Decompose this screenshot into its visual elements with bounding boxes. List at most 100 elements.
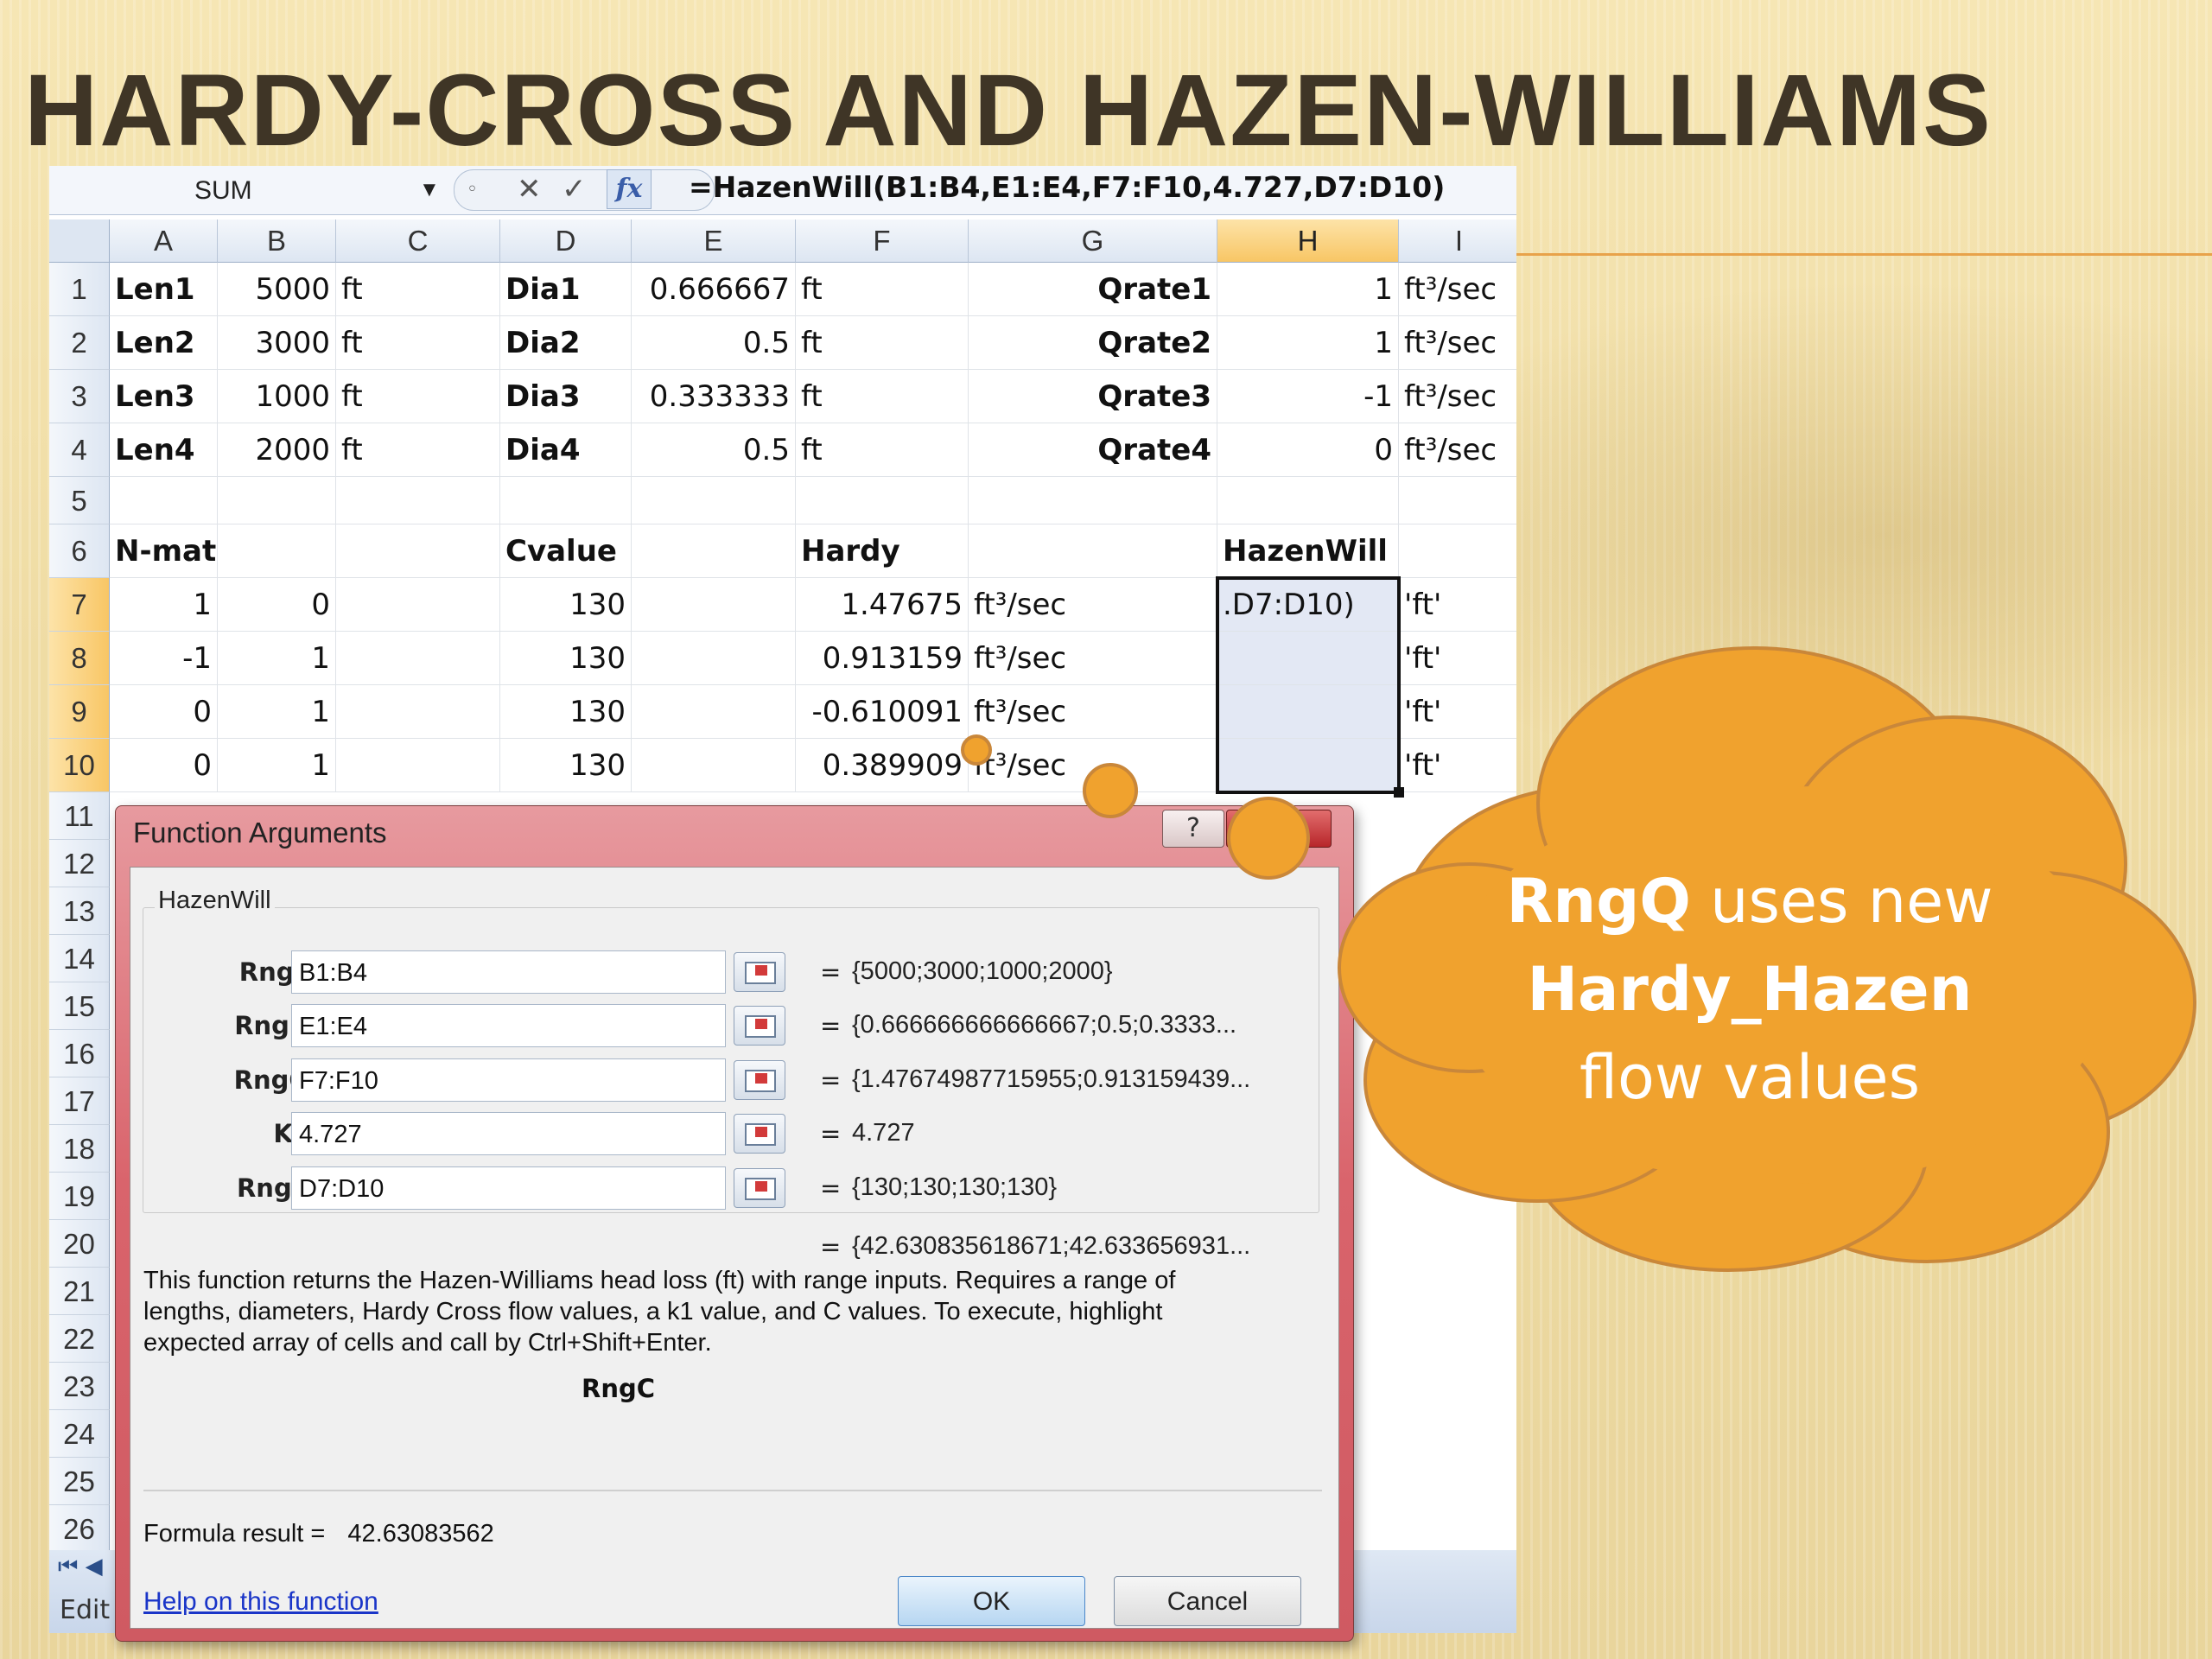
cell-c7[interactable] [336, 578, 500, 632]
row-header-7[interactable]: 7 [49, 578, 110, 632]
cell-e9[interactable] [632, 685, 796, 739]
cell-h2[interactable]: 1 [1217, 316, 1399, 370]
cell-i8[interactable]: 'ft' [1399, 632, 1516, 685]
cell-f4[interactable]: ft [796, 423, 969, 477]
cell-g5[interactable] [969, 477, 1217, 524]
cell-i7[interactable]: 'ft' [1399, 578, 1516, 632]
cell-e8[interactable] [632, 632, 796, 685]
cell-a6[interactable]: N-matrix [110, 524, 218, 578]
column-header-d[interactable]: D [500, 219, 632, 263]
row-header-19[interactable]: 19 [49, 1173, 110, 1220]
cell-g1[interactable]: Qrate1 [969, 263, 1217, 316]
column-header-c[interactable]: C [336, 219, 500, 263]
cell-a2[interactable]: Len2 [110, 316, 218, 370]
cell-f8[interactable]: 0.913159 [796, 632, 969, 685]
cell-e6[interactable] [632, 524, 796, 578]
row-header-3[interactable]: 3 [49, 370, 110, 423]
row-header-4[interactable]: 4 [49, 423, 110, 477]
cell-e1[interactable]: 0.666667 [632, 263, 796, 316]
cell-b1[interactable]: 5000 [218, 263, 336, 316]
cell-a9[interactable]: 0 [110, 685, 218, 739]
cell-a7[interactable]: 1 [110, 578, 218, 632]
cell-d3[interactable]: Dia3 [500, 370, 632, 423]
arg-input-rngd[interactable]: E1:E4 [291, 1004, 726, 1047]
cell-e5[interactable] [632, 477, 796, 524]
column-header-e[interactable]: E [632, 219, 796, 263]
cell-b10[interactable]: 1 [218, 739, 336, 792]
cell-i5[interactable] [1399, 477, 1516, 524]
cell-a1[interactable]: Len1 [110, 263, 218, 316]
cell-d5[interactable] [500, 477, 632, 524]
cell-b4[interactable]: 2000 [218, 423, 336, 477]
arg-input-rngl[interactable]: B1:B4 [291, 950, 726, 994]
cell-f9[interactable]: -0.610091 [796, 685, 969, 739]
cell-c10[interactable] [336, 739, 500, 792]
row-header-2[interactable]: 2 [49, 316, 110, 370]
cell-a8[interactable]: -1 [110, 632, 218, 685]
row-header-17[interactable]: 17 [49, 1077, 110, 1125]
cell-h1[interactable]: 1 [1217, 263, 1399, 316]
cell-c5[interactable] [336, 477, 500, 524]
row-header-8[interactable]: 8 [49, 632, 110, 685]
cell-g9[interactable]: ft³/sec [969, 685, 1217, 739]
row-header-23[interactable]: 23 [49, 1363, 110, 1410]
cell-e7[interactable] [632, 578, 796, 632]
range-select-icon[interactable] [734, 1114, 785, 1154]
cell-a10[interactable]: 0 [110, 739, 218, 792]
cell-a4[interactable]: Len4 [110, 423, 218, 477]
cell-i9[interactable]: 'ft' [1399, 685, 1516, 739]
cell-f6[interactable]: Hardy [796, 524, 969, 578]
cell-c3[interactable]: ft [336, 370, 500, 423]
cell-b2[interactable]: 3000 [218, 316, 336, 370]
cell-g2[interactable]: Qrate2 [969, 316, 1217, 370]
row-header-1[interactable]: 1 [49, 263, 110, 316]
cell-f7[interactable]: 1.47675 [796, 578, 969, 632]
cell-i10[interactable]: 'ft' [1399, 739, 1516, 792]
cell-f3[interactable]: ft [796, 370, 969, 423]
range-select-icon[interactable] [734, 1006, 785, 1046]
arg-input-k1[interactable]: 4.727 [291, 1112, 726, 1155]
cell-b3[interactable]: 1000 [218, 370, 336, 423]
sheet-nav-first-icon[interactable]: ⏮ ◀ [58, 1554, 103, 1580]
row-header-25[interactable]: 25 [49, 1458, 110, 1505]
cell-e4[interactable]: 0.5 [632, 423, 796, 477]
cell-h5[interactable] [1217, 477, 1399, 524]
name-box[interactable]: SUM ▼ [49, 171, 455, 207]
cell-b5[interactable] [218, 477, 336, 524]
cancel-formula-icon[interactable]: ✕ [517, 172, 542, 207]
row-header-16[interactable]: 16 [49, 1030, 110, 1077]
cell-h3[interactable]: -1 [1217, 370, 1399, 423]
cell-g8[interactable]: ft³/sec [969, 632, 1217, 685]
row-header-15[interactable]: 15 [49, 982, 110, 1030]
cell-f10[interactable]: 0.389909 [796, 739, 969, 792]
cell-b9[interactable]: 1 [218, 685, 336, 739]
cell-b6[interactable] [218, 524, 336, 578]
cell-e2[interactable]: 0.5 [632, 316, 796, 370]
cell-b7[interactable]: 0 [218, 578, 336, 632]
cell-d9[interactable]: 130 [500, 685, 632, 739]
cell-c4[interactable]: ft [336, 423, 500, 477]
fill-handle[interactable] [1394, 787, 1404, 798]
formula-input[interactable]: =HazenWill(B1:B4,E1:E4,F7:F10,4.727,D7:D… [689, 170, 1445, 204]
range-select-icon[interactable] [734, 952, 785, 992]
cell-g3[interactable]: Qrate3 [969, 370, 1217, 423]
help-on-function-link[interactable]: Help on this function [143, 1587, 378, 1617]
cell-g6[interactable] [969, 524, 1217, 578]
cell-d8[interactable]: 130 [500, 632, 632, 685]
cell-b8[interactable]: 1 [218, 632, 336, 685]
row-header-18[interactable]: 18 [49, 1125, 110, 1173]
cell-d1[interactable]: Dia1 [500, 263, 632, 316]
cancel-button[interactable]: Cancel [1114, 1576, 1301, 1626]
cell-h4[interactable]: 0 [1217, 423, 1399, 477]
cell-i2[interactable]: ft³/sec [1399, 316, 1516, 370]
cell-d10[interactable]: 130 [500, 739, 632, 792]
cell-d7[interactable]: 130 [500, 578, 632, 632]
row-header-11[interactable]: 11 [49, 792, 110, 840]
column-header-f[interactable]: F [796, 219, 969, 263]
cell-c2[interactable]: ft [336, 316, 500, 370]
row-header-5[interactable]: 5 [49, 477, 110, 524]
cell-f1[interactable]: ft [796, 263, 969, 316]
row-header-24[interactable]: 24 [49, 1410, 110, 1458]
cell-d4[interactable]: Dia4 [500, 423, 632, 477]
cell-g10[interactable]: ft³/sec [969, 739, 1217, 792]
